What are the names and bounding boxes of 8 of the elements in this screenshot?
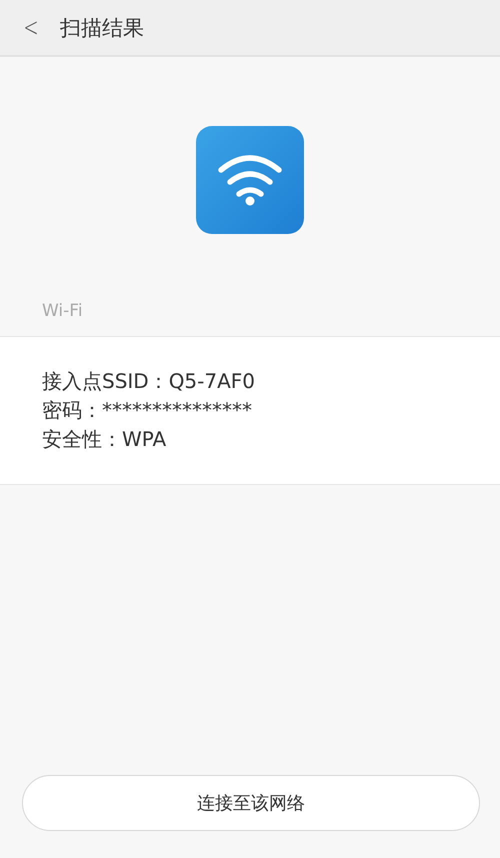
back-button[interactable]: < (23, 14, 39, 40)
detail-text: 密码：*************** (42, 397, 252, 424)
page-title: 扫描结果 (60, 14, 144, 42)
detail-text: 接入点SSID：Q5-7AF0 (42, 368, 256, 395)
wifi-icon (196, 126, 304, 234)
detail-text: 安全性：WPA (42, 426, 166, 453)
section-label: Wi-Fi (41, 300, 84, 323)
connect-button[interactable]: 连接至该网络 (22, 775, 480, 831)
